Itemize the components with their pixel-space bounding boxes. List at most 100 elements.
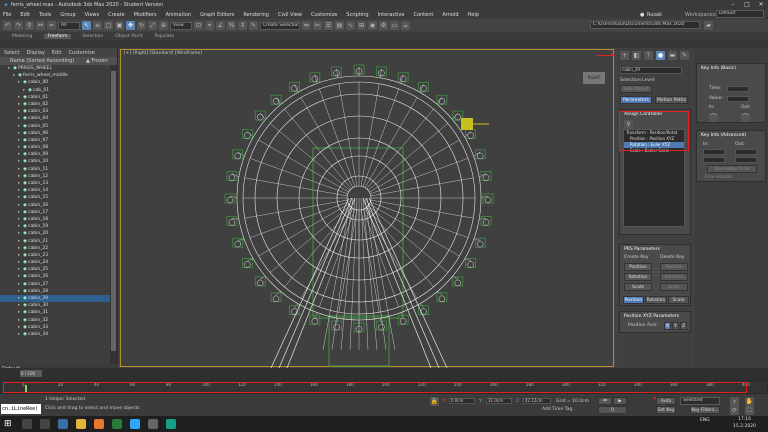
scene-tree-row[interactable]: ▸ ◉ferris_wheel_middle: [0, 72, 110, 79]
prs-title[interactable]: PRS Parameters: [624, 247, 660, 252]
scene-tree-row[interactable]: ▸ ◉PRISSS_WHEEL: [0, 65, 110, 72]
scene-tree-row[interactable]: ▸ ◉cabin_16: [0, 202, 110, 209]
scene-tree-row[interactable]: ▸ ◉cabin_34: [0, 331, 110, 338]
redo-icon[interactable]: ↷: [14, 21, 23, 30]
scene-tree-row[interactable]: ▸ ◉cabin_19: [0, 223, 110, 230]
key-info-advanced-title[interactable]: Key Info (Advanced): [701, 133, 746, 138]
scene-column-header[interactable]: Name (Sorted Ascending) ▲ Frozen: [0, 57, 117, 65]
task-view-icon[interactable]: [40, 419, 50, 429]
current-frame-field[interactable]: 0: [598, 406, 627, 414]
adv-in-field-2[interactable]: [703, 157, 725, 163]
ribbon-tab-freeform[interactable]: Freeform: [44, 33, 71, 39]
normalize-time-button[interactable]: Normalize Time: [707, 165, 757, 173]
workspace-select[interactable]: Default: [716, 10, 764, 18]
menu-animation[interactable]: Animation: [166, 12, 192, 18]
scene-tree-row[interactable]: ▸ ◉cabin_14: [0, 187, 110, 194]
menu-help[interactable]: Help: [468, 12, 479, 18]
create-tab-icon[interactable]: +: [620, 51, 629, 60]
add-time-tag[interactable]: Add Time Tag: [542, 407, 572, 412]
place-icon[interactable]: ⊕: [159, 21, 168, 30]
track-bar[interactable]: 0 20 40 60 80 100 120 140 160 180 200 220 240 260 280 3…: [0, 380, 768, 394]
ribbon-tab-modeling[interactable]: Modeling: [12, 34, 32, 39]
goto-start-button[interactable]: ⏮: [598, 397, 612, 405]
scene-tree-row[interactable]: ▸ ◉cabin_33: [0, 324, 110, 331]
viewport-right[interactable]: [+] [Right] [Standard] [Wireframe] RIGHT: [120, 49, 614, 368]
key-filters-button[interactable]: Key Filters...: [690, 406, 720, 414]
scene-scrollbar-thumb[interactable]: [111, 71, 116, 351]
scene-tab-select[interactable]: Select: [4, 50, 19, 56]
app-icon-gray[interactable]: [148, 419, 158, 429]
maximize-button[interactable]: □: [740, 0, 754, 10]
parameters-button[interactable]: Parameters: [620, 96, 652, 104]
scene-tree-row[interactable]: ▸ ◉cabin_02: [0, 101, 110, 108]
axis-z-button[interactable]: Z: [680, 322, 687, 330]
ribbon-tab-selection[interactable]: Selection: [83, 34, 104, 39]
bind-icon[interactable]: ≈: [47, 21, 56, 30]
menu-modifiers[interactable]: Modifiers: [134, 12, 157, 18]
schematic-icon[interactable]: ⊞: [357, 21, 366, 30]
lock-selection-icon[interactable]: 🔒: [430, 397, 439, 406]
menu-views[interactable]: Views: [85, 12, 99, 18]
search-icon[interactable]: [22, 419, 32, 429]
key-info-basic-title[interactable]: Key Info (Basic): [701, 66, 736, 71]
rect-select-icon[interactable]: □: [104, 21, 113, 30]
delete-rotation-key-button[interactable]: Rotation: [660, 273, 688, 281]
link-icon[interactable]: ⚲: [25, 21, 34, 30]
scene-tree-row[interactable]: ▸ ◉cabin_13: [0, 180, 110, 187]
hierarchy-tab-icon[interactable]: ⊤: [644, 51, 653, 60]
scene-tree-row[interactable]: ▸ ◉cabin_11: [0, 166, 110, 173]
sub-object-button[interactable]: Sub-Object: [620, 85, 652, 93]
menu-file[interactable]: File: [3, 12, 11, 18]
material-editor-icon[interactable]: ◉: [368, 21, 377, 30]
zoom-icon[interactable]: ⌕: [730, 397, 739, 406]
prs-tab-scale[interactable]: Scale: [668, 296, 689, 304]
scene-tree-row[interactable]: ▸ ◉cabin_17: [0, 209, 110, 216]
create-scale-key-button[interactable]: Scale: [624, 283, 652, 291]
rotate-icon[interactable]: ↻: [137, 21, 146, 30]
axis-x-button[interactable]: X: [664, 322, 671, 330]
unlink-icon[interactable]: ⚯: [36, 21, 45, 30]
edit-named-sel-icon[interactable]: ✎: [249, 21, 258, 30]
delete-scale-key-button[interactable]: Scale: [660, 283, 688, 291]
menu-tools[interactable]: Tools: [39, 12, 51, 18]
layers-icon[interactable]: ☰: [324, 21, 333, 30]
free-handle-checkbox[interactable]: Free Handle: [705, 175, 732, 180]
scene-tree-row[interactable]: ▸ ◉cabin_25: [0, 266, 110, 273]
auto-key-button[interactable]: Auto Key: [656, 397, 676, 411]
clock-time[interactable]: 17:16: [738, 417, 751, 422]
scene-tab-display[interactable]: Display: [26, 50, 44, 56]
menu-group[interactable]: Group: [60, 12, 75, 18]
orbit-icon[interactable]: ⟳: [730, 406, 739, 415]
scale-icon[interactable]: ⤢: [148, 21, 157, 30]
maximize-viewport-icon[interactable]: ⛶: [745, 406, 754, 415]
adv-in-field[interactable]: [703, 149, 725, 155]
render-icon[interactable]: ☕: [401, 21, 410, 30]
app-icon-green[interactable]: [112, 419, 122, 429]
name-column-header[interactable]: Name (Sorted Ascending): [10, 58, 74, 64]
scene-tree-row[interactable]: ▸ ◉cabin_10: [0, 158, 110, 165]
menu-scripting[interactable]: Scripting: [346, 12, 368, 18]
menu-customize[interactable]: Customize: [311, 12, 337, 18]
menu-create[interactable]: Create: [108, 12, 125, 18]
window-crossing-icon[interactable]: ▣: [115, 21, 124, 30]
scene-tree-row[interactable]: ▸ ◉cabin_23: [0, 252, 110, 259]
firefox-icon[interactable]: [94, 419, 104, 429]
time-slider-thumb[interactable]: 0 / 100: [20, 370, 42, 377]
windows-start-icon[interactable]: ⊞: [4, 419, 12, 429]
snap-icon[interactable]: ⌖: [205, 21, 214, 30]
close-button[interactable]: ✕: [754, 0, 768, 10]
percent-snap-icon[interactable]: %: [227, 21, 236, 30]
scene-tree-row[interactable]: ▸ ◉cab_01: [0, 87, 110, 94]
menu-interactive[interactable]: Interactive: [378, 12, 405, 18]
object-name-field[interactable]: cabin_29: [620, 67, 682, 74]
menu-rendering[interactable]: Rendering: [243, 12, 269, 18]
in-tangent-icon[interactable]: ⌒: [709, 113, 718, 122]
adv-out-field[interactable]: [735, 149, 757, 155]
create-rotation-key-button[interactable]: Rotation: [624, 273, 652, 281]
motion-tab-icon[interactable]: ●: [656, 51, 665, 60]
scene-tree-row[interactable]: ▸ ◉cabin_04: [0, 115, 110, 122]
user-name[interactable]: Rusak: [647, 12, 662, 18]
scene-tree-row[interactable]: ▸ ◉cabin_27: [0, 281, 110, 288]
angle-snap-icon[interactable]: ∠: [216, 21, 225, 30]
utilities-tab-icon[interactable]: ✎: [680, 51, 689, 60]
